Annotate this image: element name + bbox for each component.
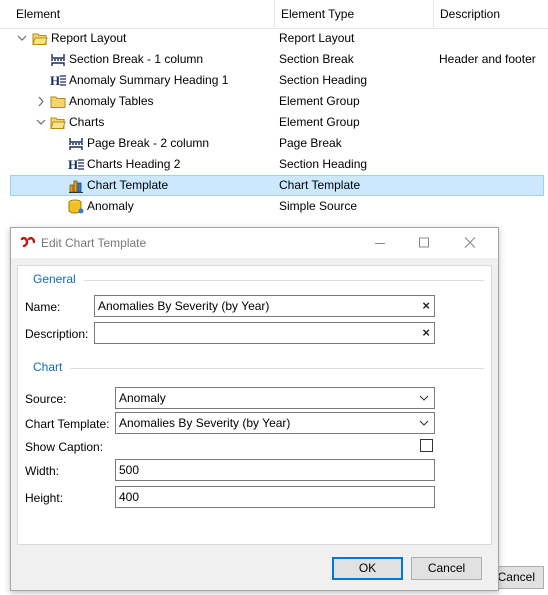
general-section-title: General (33, 272, 76, 286)
source-value: Anomaly (119, 391, 166, 405)
tree-label: Charts Heading 2 (87, 157, 181, 171)
tree-row-anomaly-tables[interactable]: Anomaly Tables Element Group (10, 91, 544, 112)
tree-row-anomaly-summary-heading[interactable]: H Anomaly Summary Heading 1 Section Head… (10, 70, 544, 91)
expand-chevron-icon[interactable] (36, 112, 46, 133)
tree-label: Report Layout (51, 31, 127, 45)
page-break-icon (68, 136, 84, 151)
source-select[interactable]: Anomaly (115, 387, 435, 409)
column-header-element[interactable]: Element (10, 0, 275, 28)
description-label: Description: (25, 327, 89, 341)
tree-type: Section Heading (279, 73, 368, 87)
description-field[interactable]: × (94, 322, 435, 344)
column-header-type[interactable]: Element Type (275, 0, 434, 28)
tree-row-report-layout[interactable]: Report Layout Report Layout (10, 28, 544, 49)
clear-description-icon[interactable]: × (422, 325, 430, 340)
source-label: Source: (25, 392, 67, 406)
heading-icon: H (50, 73, 66, 88)
tree-type: Section Heading (279, 157, 368, 171)
chart-section-title: Chart (33, 360, 63, 374)
folder-icon (50, 94, 66, 109)
dialog-titlebar[interactable]: Edit Chart Template (11, 228, 498, 258)
svg-text:H: H (50, 73, 60, 88)
tree-row-charts-heading[interactable]: H Charts Heading 2 Section Heading (10, 154, 544, 175)
tree-label: Anomaly Tables (69, 94, 154, 108)
section-divider (70, 368, 484, 369)
dialog-title: Edit Chart Template (41, 236, 147, 250)
database-icon (68, 199, 84, 214)
show-caption-checkbox[interactable] (420, 439, 433, 452)
tree-label: Anomaly Summary Heading 1 (69, 73, 229, 87)
section-break-icon (50, 52, 66, 67)
properties-panel: General Name: Anomalies By Severity (by … (17, 265, 492, 545)
height-field[interactable]: 400 (115, 486, 435, 508)
name-value: Anomalies By Severity (by Year) (98, 299, 270, 313)
folder-open-icon (50, 115, 66, 130)
tree-type: Page Break (279, 136, 342, 150)
tree-type: Section Break (279, 52, 354, 66)
tree-row-anomaly[interactable]: Anomaly Simple Source (10, 196, 544, 217)
width-value: 500 (119, 463, 140, 477)
chart-template-value: Anomalies By Severity (by Year) (119, 416, 291, 430)
tree-row-page-break[interactable]: Page Break - 2 column Page Break (10, 133, 544, 154)
clear-name-icon[interactable]: × (422, 298, 430, 313)
tree-label: Page Break - 2 column (87, 136, 210, 150)
name-field[interactable]: Anomalies By Severity (by Year) × (94, 295, 435, 317)
chevron-down-icon (417, 415, 431, 429)
tree-row-charts[interactable]: Charts Element Group (10, 112, 544, 133)
edit-chart-template-dialog: Edit Chart Template General Name: Anomal… (10, 227, 499, 591)
width-field[interactable]: 500 (115, 459, 435, 481)
chart-template-label: Chart Template: (25, 417, 110, 431)
svg-text:H: H (68, 157, 78, 172)
maximize-icon[interactable] (401, 228, 447, 258)
height-value: 400 (119, 490, 140, 504)
tree-type: Element Group (279, 94, 360, 108)
tree-type: Report Layout (279, 31, 355, 45)
close-icon[interactable] (447, 228, 493, 258)
tree-type: Simple Source (279, 199, 358, 213)
show-caption-label: Show Caption: (25, 440, 104, 454)
tree-header: Element Element Type Description (0, 0, 548, 29)
tree-label: Charts (69, 115, 105, 129)
tree-row-section-break[interactable]: Section Break - 1 column Section Break H… (10, 49, 544, 70)
width-label: Width: (25, 464, 60, 478)
collapse-chevron-icon[interactable] (36, 91, 46, 112)
ok-button[interactable]: OK (332, 557, 403, 580)
cancel-button[interactable]: Cancel (411, 557, 482, 580)
folder-open-icon (32, 31, 48, 46)
minimize-icon[interactable] (357, 228, 403, 258)
tree-label: Chart Template (87, 178, 169, 192)
bar-chart-icon (68, 178, 84, 193)
tree-description: Header and footer (439, 52, 536, 66)
tree-label: Section Break - 1 column (69, 52, 204, 66)
tree-type: Chart Template (279, 178, 361, 192)
column-header-description[interactable]: Description (434, 0, 548, 28)
section-divider (84, 280, 484, 281)
height-label: Height: (25, 491, 64, 505)
chevron-down-icon (417, 390, 431, 404)
name-label: Name: (25, 300, 61, 314)
chart-template-select[interactable]: Anomalies By Severity (by Year) (115, 412, 435, 434)
heading-icon: H (68, 157, 84, 172)
expand-chevron-icon[interactable] (17, 28, 27, 49)
tree-label: Anomaly (87, 199, 134, 213)
tree-row-chart-template[interactable]: Chart Template Chart Template (10, 175, 544, 196)
app-logo-icon (20, 236, 36, 253)
tree-type: Element Group (279, 115, 360, 129)
